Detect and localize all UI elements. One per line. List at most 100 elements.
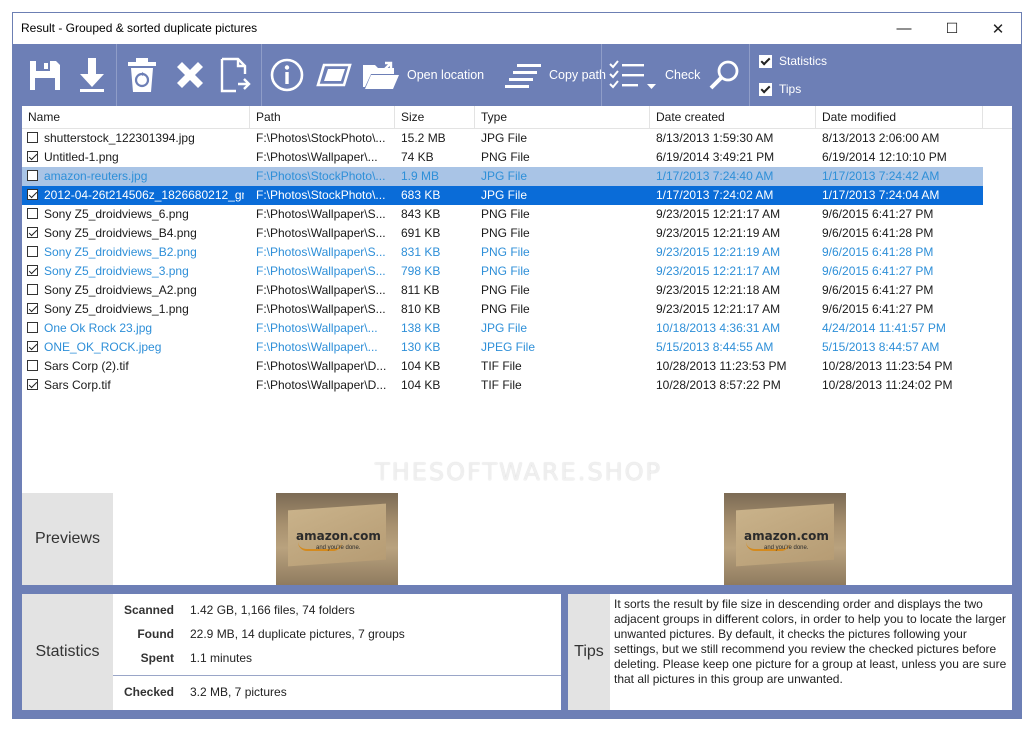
column-header-path[interactable]: Path bbox=[250, 106, 395, 128]
row-checkbox[interactable] bbox=[27, 284, 38, 295]
table-row[interactable]: ONE_OK_ROCK.jpeg F:\Photos\Wallpaper\... 1… bbox=[22, 338, 983, 357]
cell-modified: 9/6/2015 6:41:28 PM bbox=[822, 245, 934, 259]
cell-name: shutterstock_122301394.jpg bbox=[44, 131, 195, 145]
cell-path: F:\Photos\Wallpaper\S... bbox=[256, 207, 386, 221]
cell-type: PNG File bbox=[481, 302, 530, 316]
save-button[interactable] bbox=[27, 44, 63, 106]
row-checkbox[interactable] bbox=[27, 132, 38, 143]
cell-path: F:\Photos\Wallpaper\S... bbox=[256, 226, 386, 240]
table-row[interactable]: Sars Corp (2).tif F:\Photos\Wallpaper\D..… bbox=[22, 357, 983, 376]
cell-type: PNG File bbox=[481, 207, 530, 221]
cell-size: 691 KB bbox=[401, 226, 441, 240]
cell-name: Sars Corp (2).tif bbox=[44, 359, 129, 373]
move-button[interactable] bbox=[218, 44, 254, 106]
row-checkbox[interactable] bbox=[27, 170, 38, 181]
table-row[interactable]: Sony Z5_droidviews_B2.png F:\Photos\Wallp… bbox=[22, 243, 983, 262]
cell-type: TIF File bbox=[481, 359, 522, 373]
check-dropdown-button[interactable]: Check bbox=[609, 44, 700, 106]
cell-modified: 9/6/2015 6:41:28 PM bbox=[822, 226, 934, 240]
cell-name: Sony Z5_droidviews_B2.png bbox=[44, 245, 197, 259]
cell-type: JPG File bbox=[481, 131, 528, 145]
cell-modified: 9/6/2015 6:41:27 PM bbox=[822, 207, 934, 221]
stat-found-value: 22.9 MB, 14 duplicate pictures, 7 groups bbox=[190, 627, 405, 641]
table-row[interactable]: Sony Z5_droidviews_1.png F:\Photos\Wallpa… bbox=[22, 300, 983, 319]
folder-open-icon bbox=[363, 61, 399, 89]
row-checkbox[interactable] bbox=[27, 360, 38, 371]
table-row[interactable]: Sars Corp.tif F:\Photos\Wallpaper\D... 104… bbox=[22, 376, 983, 395]
close-button[interactable]: ✕ bbox=[975, 13, 1021, 44]
cell-created: 10/28/2013 11:23:53 PM bbox=[656, 359, 787, 373]
row-checkbox[interactable] bbox=[27, 265, 38, 276]
tips-toggle-label: Tips bbox=[779, 82, 802, 96]
properties-button[interactable] bbox=[269, 44, 305, 106]
cell-modified: 6/19/2014 12:10:10 PM bbox=[822, 150, 947, 164]
info-icon bbox=[270, 58, 304, 92]
row-checkbox[interactable] bbox=[27, 151, 38, 162]
preview-thumbnail[interactable]: amazon.com and you're done. bbox=[276, 493, 398, 585]
export-button[interactable] bbox=[77, 44, 107, 106]
row-checkbox[interactable] bbox=[27, 303, 38, 314]
table-row[interactable]: Untitled-1.png F:\Photos\Wallpaper\... 74 … bbox=[22, 148, 983, 167]
row-checkbox[interactable] bbox=[27, 322, 38, 333]
search-button[interactable] bbox=[708, 44, 742, 106]
result-window: Result - Grouped & sorted duplicate pict… bbox=[12, 12, 1022, 719]
maximize-button[interactable]: ☐ bbox=[929, 13, 975, 44]
open-location-button[interactable]: Open location bbox=[361, 44, 484, 106]
cell-path: F:\Photos\Wallpaper\D... bbox=[256, 359, 387, 373]
cell-name: Untitled-1.png bbox=[44, 150, 119, 164]
statistics-panel: Statistics Scanned 1.42 GB, 1,166 files,… bbox=[22, 594, 561, 710]
cell-size: 831 KB bbox=[401, 245, 441, 259]
column-header-date-modified[interactable]: Date modified bbox=[816, 106, 983, 128]
column-header-name[interactable]: Name bbox=[22, 106, 250, 128]
toolbar-separator bbox=[749, 44, 750, 106]
cell-size: 15.2 MB bbox=[401, 131, 446, 145]
table-row[interactable]: shutterstock_122301394.jpg F:\Photos\Stoc… bbox=[22, 129, 983, 148]
cell-path: F:\Photos\Wallpaper\S... bbox=[256, 245, 386, 259]
table-row[interactable]: One Ok Rock 23.jpg F:\Photos\Wallpaper\..… bbox=[22, 319, 983, 338]
row-checkbox[interactable] bbox=[27, 227, 38, 238]
column-header-date-created[interactable]: Date created bbox=[650, 106, 816, 128]
cell-created: 9/23/2015 12:21:17 AM bbox=[656, 302, 781, 316]
table-row[interactable]: 2012-04-26t214506z_1826680212_gm... F:\Ph… bbox=[22, 186, 983, 205]
cell-type: PNG File bbox=[481, 264, 530, 278]
row-checkbox[interactable] bbox=[27, 246, 38, 257]
tips-checkbox[interactable] bbox=[759, 82, 772, 96]
statistics-checkbox[interactable] bbox=[759, 54, 772, 68]
cell-size: 74 KB bbox=[401, 150, 434, 164]
delete-button[interactable] bbox=[173, 44, 207, 106]
title-bar: Result - Grouped & sorted duplicate pict… bbox=[13, 13, 1021, 44]
cell-modified: 1/17/2013 7:24:04 AM bbox=[822, 188, 940, 202]
preview-frame-icon bbox=[316, 63, 352, 87]
table-row[interactable]: Sony Z5_droidviews_A2.png F:\Photos\Wallp… bbox=[22, 281, 983, 300]
statistics-toggle[interactable]: Statistics bbox=[759, 54, 827, 68]
column-header-type[interactable]: Type bbox=[475, 106, 650, 128]
table-row[interactable]: Sony Z5_droidviews_B4.png F:\Photos\Wallp… bbox=[22, 224, 983, 243]
preview-button[interactable] bbox=[315, 44, 353, 106]
table-row[interactable]: amazon-reuters.jpg F:\Photos\StockPhoto\.… bbox=[22, 167, 983, 186]
cell-name: 2012-04-26t214506z_1826680212_gm... bbox=[44, 188, 244, 202]
table-row[interactable]: Sony Z5_droidviews_6.png F:\Photos\Wallpa… bbox=[22, 205, 983, 224]
table-row[interactable]: Sony Z5_droidviews_3.png F:\Photos\Wallpa… bbox=[22, 262, 983, 281]
row-checkbox[interactable] bbox=[27, 379, 38, 390]
toolbar-separator bbox=[261, 44, 262, 106]
cell-size: 843 KB bbox=[401, 207, 441, 221]
preview-thumbnail[interactable]: amazon.com and you're done. bbox=[724, 493, 846, 585]
cell-path: F:\Photos\Wallpaper\D... bbox=[256, 378, 387, 392]
column-header-size[interactable]: Size bbox=[395, 106, 475, 128]
download-icon bbox=[80, 58, 104, 92]
tips-toggle[interactable]: Tips bbox=[759, 82, 801, 96]
minimize-button[interactable]: — bbox=[881, 13, 927, 44]
row-checkbox[interactable] bbox=[27, 341, 38, 352]
cell-name: Sony Z5_droidviews_6.png bbox=[44, 207, 189, 221]
preview-tagline: and you're done. bbox=[764, 545, 809, 551]
cell-modified: 10/28/2013 11:23:54 PM bbox=[822, 359, 953, 373]
cell-modified: 4/24/2014 11:41:57 PM bbox=[822, 321, 946, 335]
row-checkbox[interactable] bbox=[27, 189, 38, 200]
cell-created: 5/15/2013 8:44:55 AM bbox=[656, 340, 774, 354]
stat-scanned-value: 1.42 GB, 1,166 files, 74 folders bbox=[190, 603, 355, 617]
check-label: Check bbox=[665, 68, 701, 82]
recycle-button[interactable] bbox=[125, 44, 159, 106]
copy-path-button[interactable]: Copy path bbox=[505, 44, 606, 106]
row-checkbox[interactable] bbox=[27, 208, 38, 219]
duplicate-list[interactable]: Name Path Size Type Date created Date mo… bbox=[22, 106, 1012, 493]
